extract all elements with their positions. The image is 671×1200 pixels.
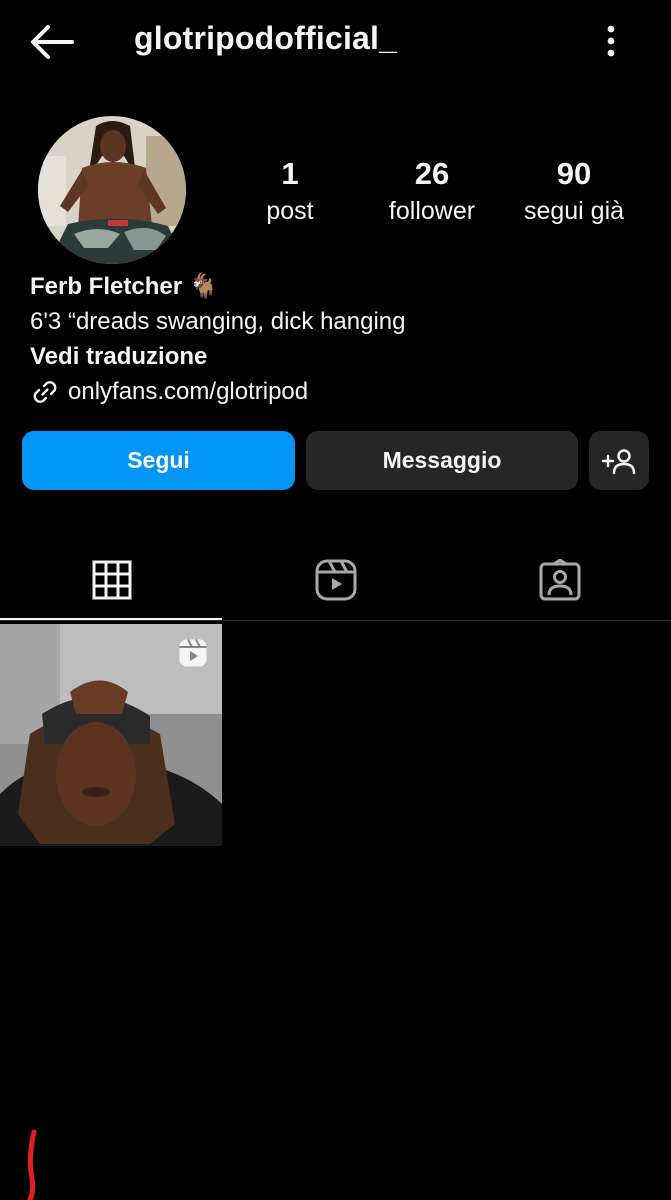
back-button[interactable] — [26, 20, 76, 64]
stat-posts-label: post — [266, 197, 314, 225]
profile-bio: 6'3 “dreads swanging, dick hanging — [30, 308, 406, 335]
tab-divider — [0, 620, 671, 621]
profile-avatar[interactable] — [38, 116, 186, 264]
profile-name: Ferb Fletcher 🐐 — [30, 273, 219, 300]
stat-followers[interactable]: 26 follower — [362, 156, 502, 230]
reel-badge-icon — [179, 639, 207, 667]
suggested-accounts-button[interactable] — [589, 431, 649, 490]
stat-followers-label: follower — [388, 197, 476, 225]
link-icon — [33, 381, 57, 403]
see-translation-link[interactable]: Vedi traduzione — [30, 340, 207, 374]
stat-following-count: 90 — [556, 156, 592, 191]
tab-reels[interactable] — [224, 540, 447, 620]
top-bar: glotripodofficial_ — [0, 0, 671, 86]
arrow-left-icon — [31, 25, 74, 59]
stat-posts-count: 1 — [281, 156, 299, 191]
stat-posts[interactable]: 1 post — [220, 156, 360, 230]
add-person-icon — [601, 448, 636, 474]
profile-link[interactable]: onlyfans.com/glotripod — [30, 374, 308, 410]
stat-following-label: segui già — [523, 197, 625, 225]
message-button[interactable]: Messaggio — [306, 431, 578, 490]
follow-button[interactable]: Segui — [22, 431, 295, 490]
stat-followers-count: 26 — [414, 156, 450, 191]
grid-icon — [92, 560, 131, 600]
red-annotation-mark — [27, 1129, 37, 1200]
tab-tagged[interactable] — [448, 540, 671, 620]
tagged-icon — [539, 559, 580, 601]
avatar-photo — [38, 116, 186, 264]
more-vertical-icon — [607, 25, 615, 57]
more-options-button[interactable] — [596, 20, 626, 64]
post-thumbnail[interactable] — [0, 624, 222, 846]
reels-icon — [315, 559, 356, 601]
reel-badge — [178, 638, 208, 673]
tab-posts-grid[interactable] — [0, 540, 223, 620]
stat-following[interactable]: 90 segui già — [504, 156, 644, 230]
profile-username: glotripodofficial_ — [134, 20, 398, 56]
profile-link-text: onlyfans.com/glotripod — [68, 378, 309, 405]
